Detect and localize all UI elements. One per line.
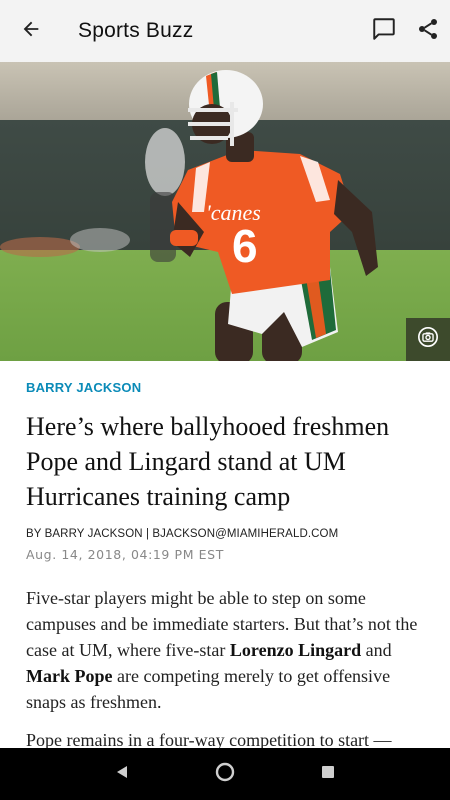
appbar-actions bbox=[362, 0, 450, 62]
system-home-button[interactable] bbox=[205, 754, 245, 794]
article-paragraph: Five-star players might be able to step … bbox=[26, 585, 426, 715]
system-back-button[interactable] bbox=[102, 754, 142, 794]
app-bar: Sports Buzz bbox=[0, 0, 450, 62]
article-headline: Here’s where ballyhooed freshmen Pope an… bbox=[26, 412, 390, 511]
hero-image[interactable]: 'canes 6 bbox=[0, 62, 450, 361]
camera-icon bbox=[417, 326, 439, 353]
nav-recents-icon bbox=[320, 764, 336, 785]
share-icon bbox=[416, 17, 440, 46]
player-name-mark-pope: Mark Pope bbox=[26, 666, 113, 686]
author-tag-link[interactable]: BARRY JACKSON bbox=[26, 380, 426, 395]
jersey-number: 6 bbox=[232, 220, 258, 272]
article-date: Aug. 14, 2018, 04:19 PM EST bbox=[26, 547, 224, 562]
system-navigation-bar bbox=[0, 748, 450, 800]
article-content: BARRY JACKSON Here’s where ballyhooed fr… bbox=[26, 361, 426, 753]
player-name-lorenzo-lingard: Lorenzo Lingard bbox=[229, 640, 362, 660]
paragraph-text: and bbox=[361, 640, 392, 660]
comment-icon bbox=[371, 16, 397, 47]
nav-home-icon bbox=[214, 761, 236, 788]
back-button[interactable] bbox=[0, 0, 62, 62]
article-byline: BY BARRY JACKSON | BJACKSON@MIAMIHERALD.… bbox=[26, 528, 339, 540]
football-player-illustration: 'canes 6 bbox=[0, 70, 378, 361]
share-button[interactable] bbox=[406, 0, 450, 62]
arrow-back-icon bbox=[20, 18, 42, 45]
comments-button[interactable] bbox=[362, 0, 406, 62]
photo-gallery-button[interactable] bbox=[406, 318, 450, 361]
system-recents-button[interactable] bbox=[308, 754, 348, 794]
nav-back-icon bbox=[114, 764, 130, 785]
app-title: Sports Buzz bbox=[78, 19, 194, 42]
